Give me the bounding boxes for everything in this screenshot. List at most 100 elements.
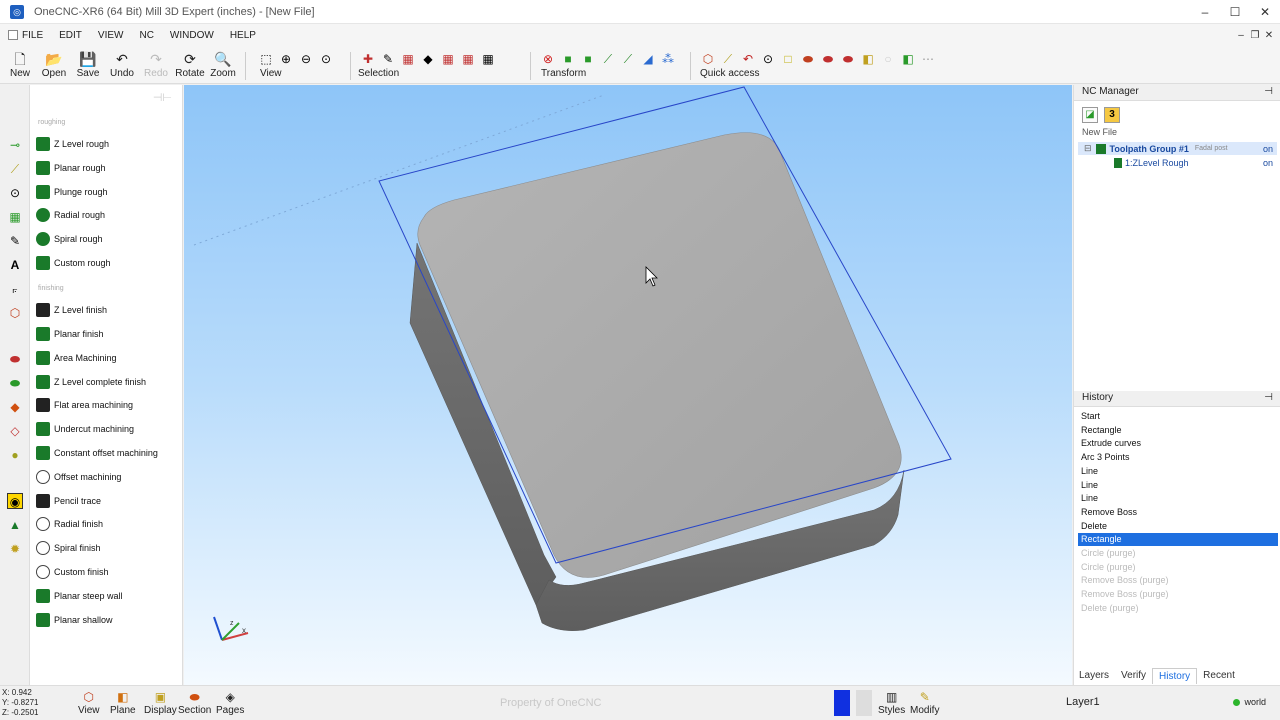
open-button[interactable]: 📂 Open — [40, 50, 68, 79]
toolpath-custom-rough[interactable]: Custom rough — [36, 254, 111, 272]
toolpath-spiral-rough[interactable]: Spiral rough — [36, 230, 103, 248]
history-item[interactable]: Arc 3 Points — [1078, 451, 1278, 464]
sketch-icon[interactable]: ● — [7, 447, 23, 463]
move-icon[interactable]: ■ — [558, 51, 578, 67]
status-display-button[interactable]: ▣ Display — [144, 689, 177, 716]
rectangle-icon[interactable]: □ — [778, 51, 798, 67]
mdi-close-button[interactable]: ✕ — [1262, 30, 1276, 41]
boss-icon[interactable]: ⬬ — [7, 351, 23, 367]
tab-recent[interactable]: Recent — [1197, 668, 1241, 684]
fillet-icon[interactable]: ◆ — [7, 399, 23, 415]
toolpath-flat-area-machining[interactable]: Flat area machining — [36, 396, 133, 414]
toolpath-icon[interactable]: ▲ — [7, 517, 23, 533]
mdi-restore-button[interactable]: ❐ — [1248, 30, 1262, 41]
model-canvas[interactable]: x z — [184, 85, 1072, 685]
circle-icon[interactable]: ⊙ — [758, 51, 778, 67]
toolpath-z-level-finish[interactable]: Z Level finish — [36, 301, 107, 319]
tab-layers[interactable]: Layers — [1073, 668, 1115, 684]
history-item[interactable]: Rectangle — [1078, 533, 1278, 547]
nc-new-icon[interactable]: ◪ — [1082, 107, 1098, 123]
history-item[interactable]: Circle (purge) — [1078, 547, 1278, 560]
pin-icon[interactable]: ⊣⊢ — [153, 91, 172, 104]
select-add-icon[interactable]: ✚ — [358, 51, 378, 67]
menu-window[interactable]: WINDOW — [162, 30, 222, 41]
toolpath-plunge-rough[interactable]: Plunge rough — [36, 183, 108, 201]
history-item[interactable]: Start — [1078, 410, 1278, 423]
history-item[interactable]: Rectangle — [1078, 424, 1278, 437]
tab-history[interactable]: History — [1152, 668, 1198, 684]
undo-button[interactable]: ↶ Undo — [109, 50, 135, 79]
rotate-transform-icon[interactable]: ◢ — [638, 51, 658, 67]
text-icon[interactable]: A — [7, 257, 23, 273]
box-icon[interactable]: ◧ — [898, 51, 918, 67]
history-item[interactable]: Remove Boss (purge) — [1078, 588, 1278, 601]
current-layer[interactable]: Layer1 — [1066, 696, 1100, 708]
history-item[interactable]: Circle (purge) — [1078, 561, 1278, 574]
status-view-button[interactable]: ⬡ View — [78, 689, 100, 716]
toolpath-undercut-machining[interactable]: Undercut machining — [36, 420, 134, 438]
array-icon[interactable]: ⁂ — [658, 51, 678, 67]
line-icon[interactable]: ⟋ — [718, 51, 738, 67]
target-icon[interactable]: ◉ — [7, 493, 23, 509]
history-item[interactable]: Line — [1078, 465, 1278, 478]
menu-nc[interactable]: NC — [131, 30, 161, 41]
extrude-icon[interactable]: ⬬ — [798, 51, 818, 67]
rotate-button[interactable]: ⟳ Rotate — [175, 50, 205, 79]
toolpath-radial-rough[interactable]: Radial rough — [36, 206, 105, 224]
toolpath-planar-rough[interactable]: Planar rough — [36, 159, 106, 177]
nc-new-file[interactable]: New File — [1082, 127, 1280, 137]
select-window-icon[interactable]: ▦ — [458, 51, 478, 67]
toolpath-spiral-finish[interactable]: Spiral finish — [36, 539, 101, 557]
dimension-icon[interactable]: ⟔ — [7, 281, 23, 297]
toolpath-pencil-trace[interactable]: Pencil trace — [36, 492, 101, 510]
zoom-button[interactable]: 🔍 Zoom — [210, 50, 236, 79]
select-erase-icon[interactable]: ✎ — [378, 51, 398, 67]
operation-row[interactable]: 1:ZLevel Rough on — [1078, 158, 1277, 168]
history-item[interactable]: Remove Boss — [1078, 506, 1278, 519]
mdi-minimize-button[interactable]: – — [1234, 30, 1248, 41]
line-tool-icon[interactable]: ⟋ — [7, 161, 23, 177]
toolpath-area-machining[interactable]: Area Machining — [36, 349, 117, 367]
toolpath-planar-finish[interactable]: Planar finish — [36, 325, 104, 343]
select-all-icon[interactable]: ▦ — [478, 51, 498, 67]
toolpath-custom-finish[interactable]: Custom finish — [36, 563, 109, 581]
scale-icon[interactable]: ⟋ — [598, 51, 618, 67]
edit-tool-icon[interactable]: ✎ — [7, 233, 23, 249]
world-indicator[interactable]: world — [1233, 697, 1266, 707]
close-button[interactable]: ✕ — [1250, 0, 1280, 24]
toolpath-z-level-complete-finish[interactable]: Z Level complete finish — [36, 373, 146, 391]
zoom-window-icon[interactable]: ⬚ — [256, 51, 276, 67]
menu-edit[interactable]: EDIT — [51, 30, 90, 41]
delete-icon[interactable]: ⊗ — [538, 51, 558, 67]
zoom-all-icon[interactable]: ⊙ — [316, 51, 336, 67]
solid-tool-icon[interactable]: ⬡ — [7, 305, 23, 321]
toolpath-planar-shallow[interactable]: Planar shallow — [36, 611, 113, 629]
mirror-icon[interactable]: ⟋ — [618, 51, 638, 67]
history-item[interactable]: Delete (purge) — [1078, 602, 1278, 615]
zoom-in-icon[interactable]: ⊕ — [276, 51, 296, 67]
arc-icon[interactable]: ↶ — [738, 51, 758, 67]
status-section-button[interactable]: ⬬ Section — [178, 689, 211, 716]
toolpath-offset-machining[interactable]: Offset machining — [36, 468, 121, 486]
history-item[interactable]: Extrude curves — [1078, 437, 1278, 450]
history-item[interactable]: Delete — [1078, 520, 1278, 533]
select-layer-icon[interactable]: ◆ — [418, 51, 438, 67]
redo-button[interactable]: ↷ Redo — [143, 50, 169, 79]
toolpath-constant-offset-machining[interactable]: Constant offset machining — [36, 444, 158, 462]
new-button[interactable]: 🗋 New — [8, 50, 32, 79]
feature-icon[interactable]: ⬬ — [7, 375, 23, 391]
shell-icon[interactable]: ○ — [878, 51, 898, 67]
cube-icon[interactable]: ◧ — [858, 51, 878, 67]
toolpath-z-level-rough[interactable]: Z Level rough — [36, 135, 109, 153]
save-button[interactable]: 💾 Save — [75, 50, 101, 79]
history-item[interactable]: Remove Boss (purge) — [1078, 574, 1278, 587]
color-swatch-blue[interactable] — [834, 690, 850, 716]
history-item[interactable]: Line — [1078, 479, 1278, 492]
zoom-out-icon[interactable]: ⊖ — [296, 51, 316, 67]
more-icon[interactable]: ⋯ — [918, 51, 938, 67]
menu-file[interactable]: FILE — [0, 30, 51, 41]
maximize-button[interactable]: ☐ — [1220, 0, 1250, 24]
graphics-viewport[interactable]: x z — [184, 85, 1072, 685]
color-swatch-gray[interactable] — [856, 690, 872, 716]
nc-3-icon[interactable]: 3 — [1104, 107, 1120, 123]
